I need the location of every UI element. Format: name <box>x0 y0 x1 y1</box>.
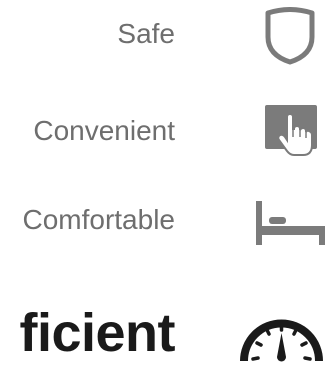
bed-icon <box>256 201 325 245</box>
feature-label-comfortable: Comfortable <box>22 204 175 235</box>
feature-label-convenient: Convenient <box>33 115 175 146</box>
touch-tap-icon <box>265 105 317 156</box>
shield-icon <box>265 7 315 65</box>
feature-label-efficient: ficient <box>19 303 175 363</box>
speedometer-icon <box>240 319 323 362</box>
feature-label-safe: Safe <box>117 18 175 49</box>
